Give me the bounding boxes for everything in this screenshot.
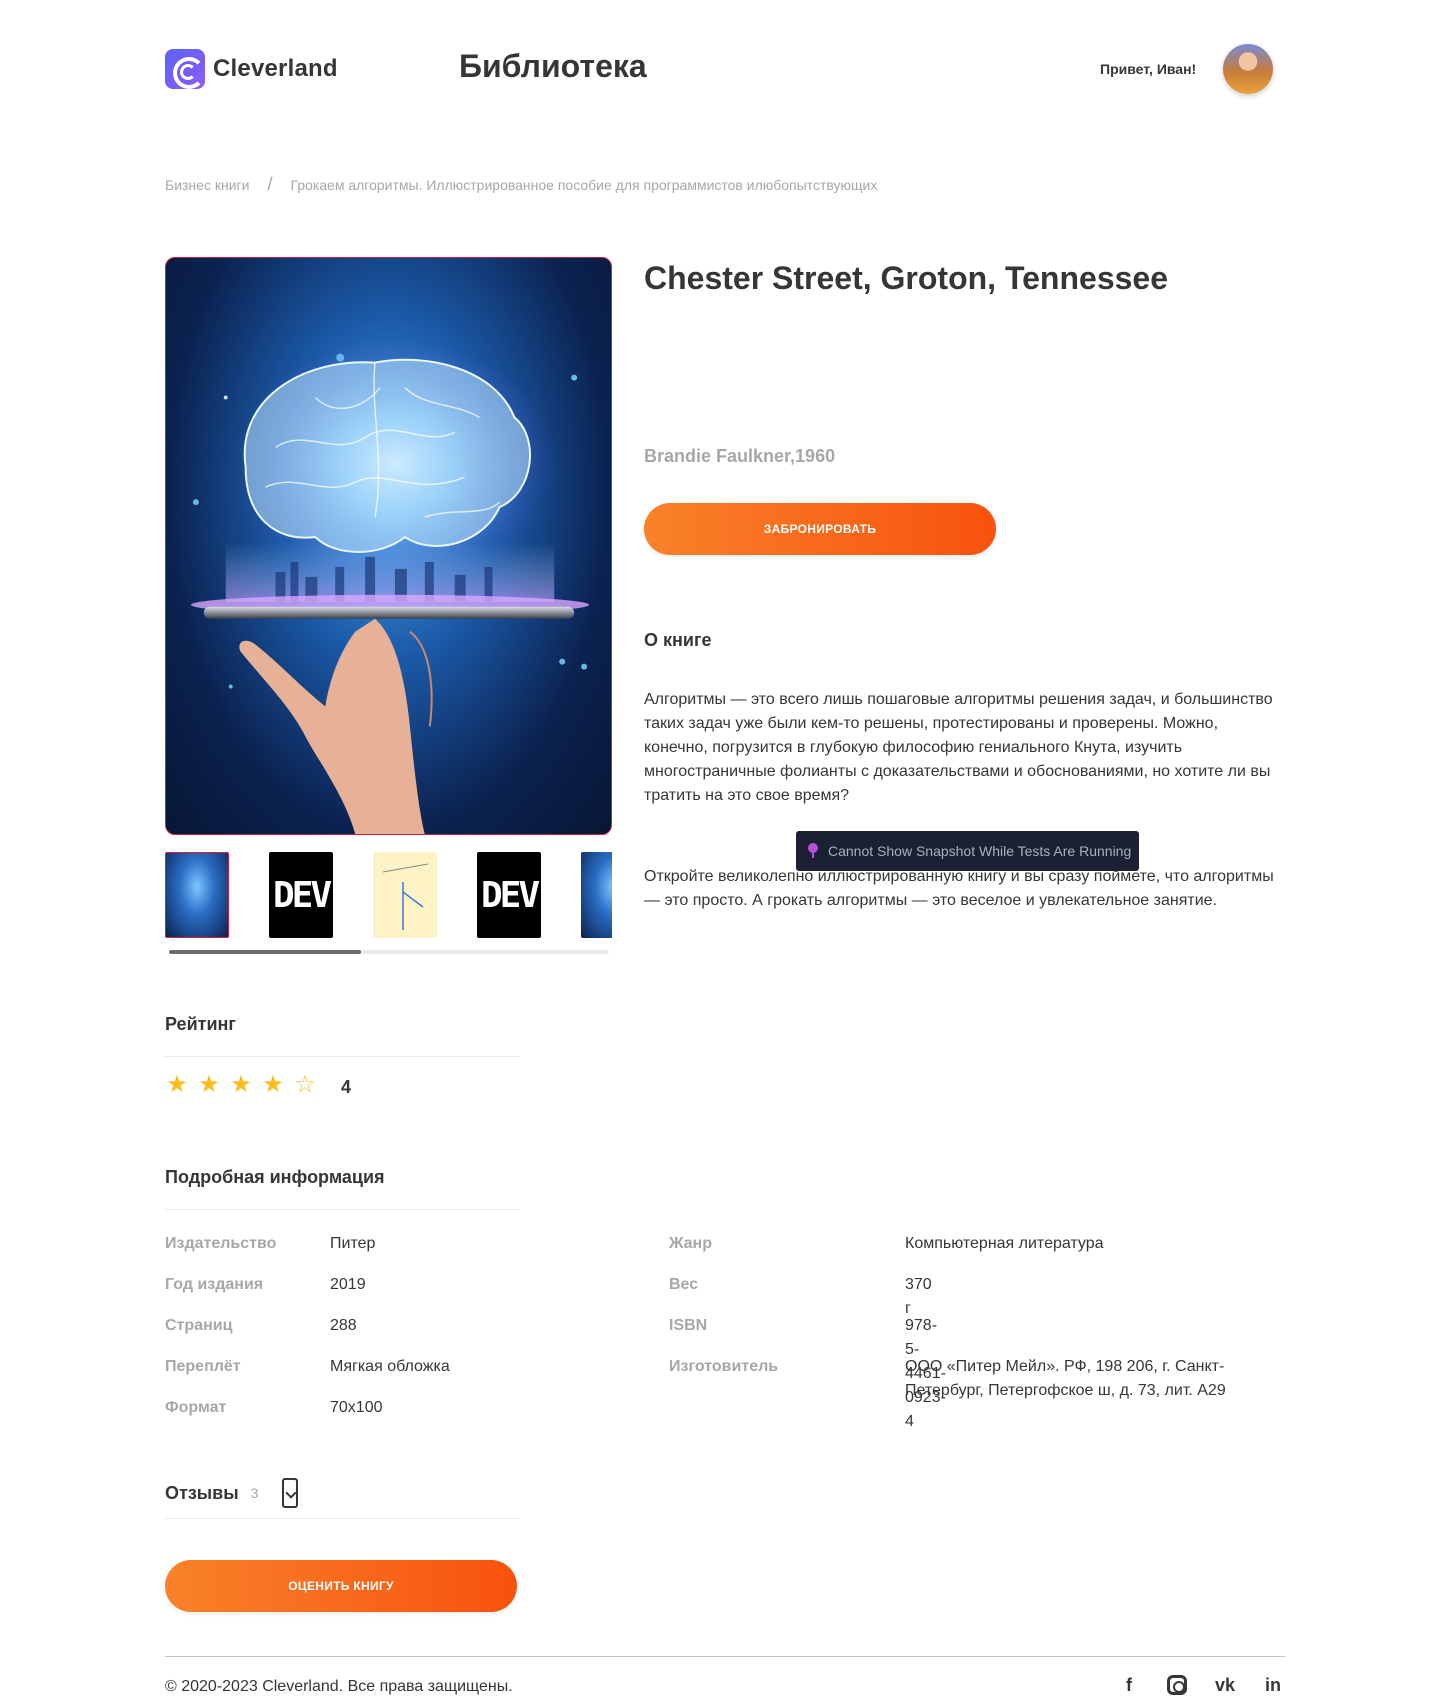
about-paragraph-1: Алгоритмы — это всего лишь пошаговые алг… bbox=[644, 691, 1273, 804]
detail-key: Год издания bbox=[165, 1276, 264, 1293]
about-paragraph-2: Откройте великолепно иллюстрированную кн… bbox=[644, 868, 1274, 909]
page-title: Библиотека bbox=[459, 48, 647, 84]
rating-heading: Рейтинг bbox=[165, 1014, 236, 1034]
detail-key: ISBN bbox=[669, 1317, 708, 1334]
vk-icon[interactable]: vk bbox=[1213, 1673, 1237, 1697]
linkedin-icon[interactable]: in bbox=[1261, 1673, 1285, 1697]
detail-value: ООО «Питер Мейл». РФ, 198 206, г. Санкт-… bbox=[905, 1358, 1226, 1399]
reviews-divider bbox=[165, 1518, 520, 1519]
detail-key: Изготовитель bbox=[669, 1358, 779, 1375]
star-filled-icon[interactable]: ★ bbox=[261, 1073, 285, 1097]
social-links: f vk in bbox=[1117, 1673, 1285, 1697]
detail-key: Жанр bbox=[669, 1235, 712, 1252]
rating-stars: ★ ★ ★ ★ ☆ bbox=[165, 1073, 317, 1097]
detail-key: Страниц bbox=[165, 1317, 233, 1334]
pin-icon bbox=[808, 843, 818, 858]
detail-value: Мягкая обложка bbox=[330, 1358, 450, 1375]
detail-value: 70х100 bbox=[330, 1399, 383, 1416]
tooltip-text: Cannot Show Snapshot While Tests Are Run… bbox=[828, 843, 1132, 859]
reviews-heading: Отзывы bbox=[165, 1482, 239, 1503]
user-avatar[interactable] bbox=[1223, 44, 1273, 94]
thumbnails-scrollbar[interactable] bbox=[169, 950, 609, 954]
details-divider bbox=[165, 1209, 520, 1210]
book-cover-image bbox=[165, 257, 612, 835]
detail-key: Вес bbox=[669, 1276, 699, 1293]
reviews-header: Отзывы 3 bbox=[165, 1478, 299, 1508]
detail-value: 2019 bbox=[330, 1276, 366, 1293]
book-author: Brandie Faulkner,1960 bbox=[644, 446, 836, 466]
breadcrumb-category-link[interactable]: Бизнес книги bbox=[165, 177, 249, 193]
star-filled-icon[interactable]: ★ bbox=[197, 1073, 221, 1097]
detail-value: 288 bbox=[330, 1317, 357, 1334]
rate-book-button[interactable]: ОЦЕНИТЬ КНИГУ bbox=[165, 1560, 517, 1612]
thumbnail-5[interactable] bbox=[581, 852, 612, 938]
facebook-icon[interactable]: f bbox=[1117, 1673, 1141, 1697]
graph-thumbnail-illustration bbox=[382, 863, 429, 930]
footer-divider bbox=[165, 1656, 1285, 1657]
book-reserve-button[interactable]: ЗАБРОНИРОВАТЬ bbox=[644, 503, 996, 555]
logo[interactable]: Cleverland bbox=[165, 49, 338, 89]
logo-text: Cleverland bbox=[213, 55, 338, 82]
thumbnail-3[interactable] bbox=[373, 852, 437, 938]
star-filled-icon[interactable]: ★ bbox=[165, 1073, 189, 1097]
detail-value: Компьютерная литература bbox=[905, 1235, 1104, 1252]
thumbnail-4[interactable]: DEV bbox=[477, 852, 541, 938]
snapshot-tooltip: Cannot Show Snapshot While Tests Are Run… bbox=[796, 831, 1139, 871]
star-empty-icon[interactable]: ☆ bbox=[293, 1073, 317, 1097]
detail-key: Формат bbox=[165, 1399, 227, 1416]
about-heading: О книге bbox=[644, 630, 712, 650]
reviews-count: 3 bbox=[250, 1485, 259, 1501]
thumbnails-scrollbar-thumb[interactable] bbox=[169, 950, 361, 954]
cover-thumbnails: DEV DEV bbox=[165, 852, 612, 940]
rating-divider bbox=[165, 1056, 520, 1057]
instagram-icon[interactable] bbox=[1165, 1673, 1189, 1697]
breadcrumb: Бизнес книги / Грокаем алгоритмы. Иллюст… bbox=[165, 174, 877, 195]
logo-icon bbox=[165, 49, 205, 89]
book-page: Cleverland Библиотека Привет, Иван! Бизн… bbox=[0, 0, 1440, 1702]
thumbnail-2[interactable]: DEV bbox=[269, 852, 333, 938]
user-greeting: Привет, Иван! bbox=[1100, 61, 1197, 77]
instagram-glyph bbox=[1167, 1675, 1187, 1695]
brain-illustration bbox=[190, 342, 590, 834]
breadcrumb-current: Грокаем алгоритмы. Иллюстрированное посо… bbox=[290, 176, 878, 193]
book-title: Chester Street, Groton, Tennessee bbox=[644, 260, 1168, 296]
star-filled-icon[interactable]: ★ bbox=[229, 1073, 253, 1097]
thumbnail-1[interactable] bbox=[165, 852, 229, 938]
detail-key: Переплёт bbox=[165, 1358, 241, 1375]
chevron-down-icon[interactable] bbox=[282, 1478, 299, 1508]
detail-key: Издательство bbox=[165, 1235, 277, 1252]
footer-copyright: © 2020-2023 Cleverland. Все права защище… bbox=[165, 1678, 513, 1695]
rating-value: 4 bbox=[341, 1077, 352, 1097]
breadcrumb-separator: / bbox=[267, 174, 273, 194]
details-heading: Подробная информация bbox=[165, 1167, 385, 1187]
detail-value: Питер bbox=[330, 1235, 376, 1252]
